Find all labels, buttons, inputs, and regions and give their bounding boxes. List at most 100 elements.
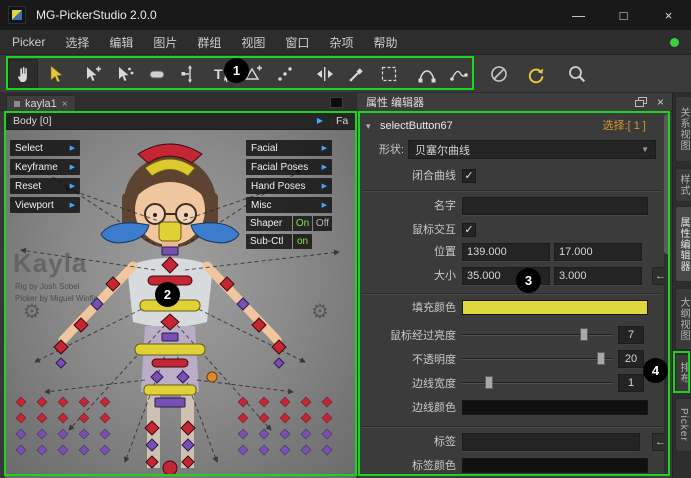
gear-icon[interactable]: ⚙ [23, 302, 41, 322]
opacity-value[interactable]: 20 [618, 350, 644, 368]
position-x-field[interactable] [462, 243, 550, 261]
dock-tab-style[interactable]: 样式 [675, 168, 691, 202]
maximize-button[interactable]: □ [601, 0, 646, 30]
object-collapse-icon[interactable]: ▾ [366, 116, 371, 136]
dock-tab-picker[interactable]: Picker [675, 398, 691, 452]
picker-button-select[interactable]: Select ▶ [10, 140, 80, 156]
panel-close-icon[interactable]: × [657, 95, 664, 109]
closed-curve-label: 闭合曲线 [366, 166, 456, 186]
hand-tool-icon[interactable] [8, 59, 38, 89]
name-field[interactable] [462, 197, 648, 215]
move-tool-icon[interactable] [174, 59, 204, 89]
fill-color-swatch[interactable] [462, 300, 648, 315]
point-snap-tool-icon[interactable] [270, 59, 300, 89]
bezier-curve-tool-icon[interactable] [412, 59, 442, 89]
toggle-interactive-icon[interactable] [484, 59, 514, 89]
menu-item-edit[interactable]: 编辑 [109, 34, 133, 51]
mouse-interact-checkbox[interactable]: ✓ [462, 223, 476, 237]
slider-handle[interactable] [580, 328, 588, 341]
closed-curve-checkbox[interactable]: ✓ [462, 169, 476, 183]
tag-color-swatch[interactable] [462, 458, 648, 473]
dock-tab-relation-view[interactable]: 关系视图 [675, 96, 691, 162]
name-label: 名字 [366, 196, 456, 216]
shape-type-value: 贝塞尔曲线 [415, 142, 470, 158]
menu-item-picker[interactable]: Picker [12, 35, 45, 49]
align-tool-icon[interactable] [310, 59, 340, 89]
border-width-slider[interactable] [462, 374, 612, 392]
shaper-label: Shaper [246, 216, 292, 231]
picker-group-expand-icon[interactable]: ▶ [317, 116, 323, 125]
menu-item-group[interactable]: 群组 [197, 34, 221, 51]
selection-count-label: 选择:[ 1 ] [603, 116, 646, 136]
slider-groove [462, 334, 612, 336]
size-height-field[interactable] [554, 267, 642, 285]
picker-button-hand-poses[interactable]: Hand Poses ▶ [246, 178, 332, 194]
undo-icon[interactable] [520, 59, 550, 89]
section-divider [362, 293, 662, 295]
menu-item-window[interactable]: 窗口 [285, 34, 309, 51]
picker-button-facial[interactable]: Facial ▶ [246, 140, 332, 156]
button-tool-icon[interactable] [142, 59, 172, 89]
minimize-button[interactable]: — [556, 0, 601, 30]
tab-close-icon[interactable]: × [62, 99, 68, 110]
picker-button-facial-poses[interactable]: Facial Poses ▶ [246, 159, 332, 175]
dock-tab-arrange[interactable]: 排布 [675, 354, 691, 392]
add-selection-tool-icon[interactable] [78, 59, 108, 89]
slider-handle[interactable] [485, 376, 493, 389]
annotation-badge-4: 4 [643, 358, 668, 383]
scrollbar[interactable] [664, 114, 670, 474]
slider-groove [462, 358, 612, 360]
picker-canvas[interactable]: Kayla Rig by Josh Sobel Picker by Miguel… [5, 130, 356, 478]
eyedropper-tool-icon[interactable] [342, 59, 372, 89]
opacity-label: 不透明度 [366, 350, 456, 370]
picker-button-reset[interactable]: Reset ▶ [10, 178, 80, 194]
paint-selection-tool-icon[interactable] [110, 59, 140, 89]
dock-tab-attribute-editor[interactable]: 属性编辑器 [675, 206, 691, 282]
picker-group-header[interactable]: Body [0] ▶ [5, 112, 331, 130]
float-panel-icon[interactable] [635, 97, 647, 107]
menu-item-select[interactable]: 选择 [65, 34, 89, 51]
attribute-editor: ▾ selectButton67 选择:[ 1 ] 形状: 贝塞尔曲线 ▼ 闭合… [358, 112, 672, 478]
close-button[interactable]: × [646, 0, 691, 30]
picker-tab-bar: kayla1 × [0, 93, 357, 112]
border-color-swatch[interactable] [462, 400, 648, 415]
menu-item-view[interactable]: 视图 [241, 34, 265, 51]
menu-item-image[interactable]: 图片 [153, 34, 177, 51]
scrollbar-thumb[interactable] [664, 114, 670, 254]
tab-kayla1[interactable]: kayla1 × [6, 95, 76, 112]
picker-button-label: Misc [251, 200, 272, 211]
shape-type-dropdown[interactable]: 贝塞尔曲线 ▼ [408, 140, 656, 159]
menu-item-help[interactable]: 帮助 [373, 34, 397, 51]
subctl-on-button[interactable]: on [293, 234, 312, 249]
detach-picker-icon[interactable] [330, 97, 343, 108]
hover-brightness-slider[interactable] [462, 326, 612, 344]
size-label: 大小 [366, 266, 456, 286]
draw-curve-tool-icon[interactable] [444, 59, 474, 89]
window-title: MG-PickerStudio 2.0.0 [36, 8, 157, 22]
select-arrow-tool-icon[interactable] [40, 59, 70, 89]
picker-button-viewport[interactable]: Viewport ▶ [10, 197, 80, 213]
border-width-label: 边线宽度 [366, 374, 456, 394]
dock-tab-outliner[interactable]: 大纲视图 [675, 288, 691, 350]
slider-handle[interactable] [597, 352, 605, 365]
chevron-right-icon: ▶ [322, 201, 327, 209]
gear-icon[interactable]: ⚙ [311, 302, 329, 322]
character-figure [63, 156, 277, 468]
opacity-slider[interactable] [462, 350, 612, 368]
dock-tab-strip: 关系视图 样式 属性编辑器 大纲视图 排布 Picker [672, 93, 691, 478]
marquee-tool-icon[interactable] [374, 59, 404, 89]
toolbar: T [0, 55, 691, 93]
picker-button-misc[interactable]: Misc ▶ [246, 197, 332, 213]
border-width-value[interactable]: 1 [618, 374, 644, 392]
shaper-off-button[interactable]: Off [313, 216, 332, 231]
picker-button-keyframe[interactable]: Keyframe ▶ [10, 159, 80, 175]
tag-field[interactable] [462, 433, 640, 451]
menu-item-misc[interactable]: 杂项 [329, 34, 353, 51]
position-y-field[interactable] [554, 243, 642, 261]
chevron-right-icon: ▶ [70, 182, 75, 190]
zoom-icon[interactable] [562, 59, 592, 89]
tab-label: kayla1 [25, 98, 57, 110]
tag-label: 标签 [366, 432, 456, 452]
shaper-on-button[interactable]: On [293, 216, 312, 231]
hover-brightness-value[interactable]: 7 [618, 326, 644, 344]
